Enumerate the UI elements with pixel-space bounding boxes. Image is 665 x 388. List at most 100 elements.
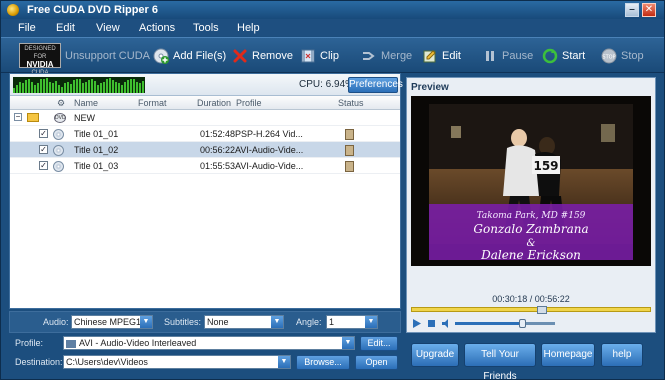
angle-label: Angle: xyxy=(296,317,322,327)
chevron-down-icon[interactable]: ▼ xyxy=(278,356,290,368)
add-files-button[interactable]: Add File(s) xyxy=(153,46,226,66)
menu-file[interactable]: File xyxy=(18,22,36,34)
clip-button[interactable]: Clip xyxy=(300,46,339,66)
menu-edit[interactable]: Edit xyxy=(56,22,75,34)
title-profile: PSP-H.264 Vid... xyxy=(235,129,303,139)
cpu-meter-bar xyxy=(64,83,66,93)
badge-brand-text: NVIDIA xyxy=(26,60,54,69)
profile-select[interactable]: AVI - Audio-Video Interleaved ▼ xyxy=(63,336,355,350)
upgrade-button[interactable]: Upgrade xyxy=(411,343,459,367)
menu-tools[interactable]: Tools xyxy=(193,22,219,34)
cpu-meter-bar xyxy=(52,83,54,93)
seek-handle[interactable] xyxy=(537,306,547,314)
cpu-meter-bar xyxy=(115,82,117,93)
menu-actions[interactable]: Actions xyxy=(139,22,175,34)
cpu-meter-bar xyxy=(130,79,132,93)
cpu-meter-bar xyxy=(103,82,105,93)
cpu-meter-bar xyxy=(28,79,30,93)
chevron-down-icon[interactable]: ▼ xyxy=(365,316,377,328)
start-button[interactable]: Start xyxy=(542,46,585,66)
profile-select-value: AVI - Audio-Video Interleaved xyxy=(79,338,197,348)
timecode: 00:30:18 / 00:56:22 xyxy=(492,294,570,304)
disc-icon xyxy=(53,129,64,140)
pause-label: Pause xyxy=(502,50,534,62)
status-clipboard-icon xyxy=(345,129,354,140)
menu-view[interactable]: View xyxy=(96,22,120,34)
chevron-down-icon[interactable]: ▼ xyxy=(342,337,354,349)
col-duration[interactable]: Duration xyxy=(197,98,231,108)
subtitles-select[interactable]: None ▼ xyxy=(204,315,284,329)
help-button[interactable]: help xyxy=(601,343,643,367)
tell-friends-button[interactable]: Tell Your Friends xyxy=(464,343,536,382)
caption-location: Takoma Park, MD #159 xyxy=(477,211,586,221)
cuda-status-label: Unsupport CUDA xyxy=(65,50,150,62)
audio-options-bar: Audio: Chinese MPEG1 : ▼ Subtitles: None… xyxy=(9,311,401,333)
playback-controls xyxy=(411,318,651,332)
cpu-meter-bar xyxy=(16,85,18,93)
volume-icon[interactable] xyxy=(441,318,452,329)
cpu-meter-bar xyxy=(85,82,87,93)
open-folder-button[interactable]: Open xyxy=(355,355,398,370)
subtitles-select-value: None xyxy=(207,317,229,327)
tree-root-row[interactable]: − DVD NEW xyxy=(10,110,400,126)
title-checkbox[interactable]: ✓ xyxy=(39,129,48,138)
cpu-meter-bar xyxy=(136,82,138,93)
app-logo-icon xyxy=(7,4,19,16)
browse-button[interactable]: Browse... xyxy=(296,355,350,370)
status-strip: CPU: 6.94% Preferences xyxy=(10,74,403,96)
col-name[interactable]: Name xyxy=(74,98,98,108)
app-window: Free CUDA DVD Ripper 6 – ✕ File Edit Vie… xyxy=(0,0,665,382)
status-clipboard-icon xyxy=(345,145,354,156)
nvidia-cuda-badge: DESIGNED FOR NVIDIA CUDA xyxy=(19,43,61,76)
caption-dancer-1: Gonzalo Zambrana xyxy=(473,222,588,236)
col-format[interactable]: Format xyxy=(138,98,167,108)
folder-icon xyxy=(27,113,39,122)
menu-help[interactable]: Help xyxy=(237,22,260,34)
close-button[interactable]: ✕ xyxy=(642,3,656,17)
col-profile[interactable]: Profile xyxy=(236,98,262,108)
preferences-button[interactable]: Preferences xyxy=(348,77,403,93)
merge-button[interactable]: Merge xyxy=(361,46,412,66)
destination-input[interactable]: C:\Users\dev\Videos ▼ xyxy=(63,355,291,369)
window-title: Free CUDA DVD Ripper 6 xyxy=(27,4,159,16)
remove-x-icon xyxy=(232,48,248,64)
audio-select[interactable]: Chinese MPEG1 : ▼ xyxy=(71,315,153,329)
pause-button[interactable]: Pause xyxy=(482,46,533,66)
destination-value: C:\Users\dev\Videos xyxy=(66,357,148,367)
title-row-3[interactable]: ✓ Title 01_03 01:55:53 AVI-Audio-Vide... xyxy=(10,158,400,174)
remove-button[interactable]: Remove xyxy=(232,46,293,66)
angle-select-value: 1 xyxy=(329,317,335,327)
preview-panel: Preview 159 Takoma Park, MD #159 Gonzalo… xyxy=(406,77,656,333)
title-row-1[interactable]: ✓ Title 01_01 01:52:48 PSP-H.264 Vid... xyxy=(10,126,400,142)
cpu-meter-bar xyxy=(22,83,24,93)
volume-slider[interactable] xyxy=(455,319,555,328)
merge-label: Merge xyxy=(381,50,413,62)
seek-bar[interactable] xyxy=(411,306,651,314)
settings-col-icon[interactable]: ⚙ xyxy=(57,98,65,109)
edit-button[interactable]: Edit xyxy=(422,46,461,66)
col-status[interactable]: Status xyxy=(338,98,364,108)
menu-bar: File Edit View Actions Tools Help xyxy=(1,19,664,36)
cpu-meter-bar xyxy=(100,83,102,93)
collapse-icon[interactable]: − xyxy=(14,113,22,121)
dvd-icon: DVD xyxy=(54,113,66,123)
stop-button[interactable]: STOP Stop xyxy=(601,46,644,66)
profile-edit-button[interactable]: Edit... xyxy=(360,336,398,351)
cpu-meter-bar xyxy=(106,79,108,93)
chevron-down-icon[interactable]: ▼ xyxy=(140,316,152,328)
stop-icon[interactable] xyxy=(426,318,437,329)
angle-select[interactable]: 1 ▼ xyxy=(326,315,378,329)
title-row-2[interactable]: ✓ Title 01_02 00:56:22 AVI-Audio-Vide... xyxy=(10,142,400,158)
minimize-button[interactable]: – xyxy=(625,3,639,17)
toolbar: DESIGNED FOR NVIDIA CUDA Unsupport CUDA … xyxy=(1,37,664,76)
title-checkbox[interactable]: ✓ xyxy=(39,145,48,154)
homepage-button[interactable]: Homepage xyxy=(541,343,595,367)
cpu-meter-bar xyxy=(40,79,42,93)
title-checkbox[interactable]: ✓ xyxy=(39,161,48,170)
cpu-meter-bar xyxy=(133,79,135,93)
edit-label: Edit xyxy=(442,50,461,62)
cpu-meter-bar xyxy=(109,78,111,93)
volume-handle[interactable] xyxy=(519,319,526,328)
chevron-down-icon[interactable]: ▼ xyxy=(271,316,283,328)
play-icon[interactable] xyxy=(411,318,422,329)
